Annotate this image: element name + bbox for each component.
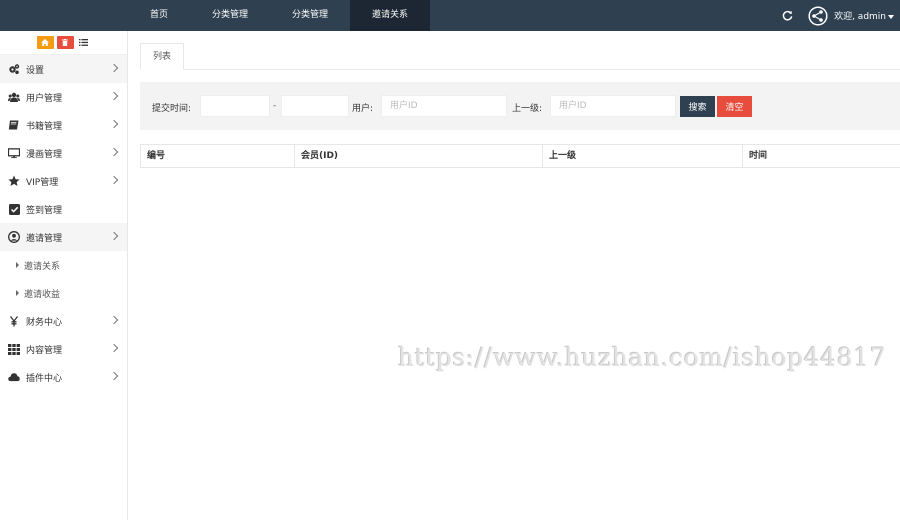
- nav-category-1[interactable]: 分类管理: [190, 0, 270, 31]
- filter-bar: 提交时间: - 用户: 上一级: 搜索 清空: [140, 82, 900, 130]
- parent-id-input[interactable]: [550, 95, 676, 117]
- sidebar-item-settings[interactable]: 设置: [0, 55, 127, 83]
- chevron-right-icon: [109, 231, 119, 241]
- chevron-right-icon: [109, 371, 119, 381]
- tab-list[interactable]: 列表: [140, 43, 185, 70]
- chevron-right-icon: [109, 119, 119, 129]
- caret-right-icon: [16, 290, 19, 296]
- share-icon[interactable]: [808, 5, 828, 26]
- user-id-input[interactable]: [381, 95, 507, 117]
- column-header-member[interactable]: 会员(ID): [294, 145, 542, 167]
- sidebar-item-plugins[interactable]: 插件中心: [0, 363, 127, 391]
- sidebar-tools: [0, 31, 127, 55]
- sidebar-item-label: 插件中心: [26, 373, 63, 384]
- refresh-icon[interactable]: [780, 9, 794, 23]
- sidebar-item-label: 设置: [26, 65, 45, 76]
- search-button[interactable]: 搜索: [680, 96, 715, 117]
- caret-right-icon: [16, 262, 19, 268]
- sidebar-item-label: 用户管理: [26, 93, 63, 104]
- user-label: 用户:: [352, 104, 374, 114]
- column-header-parent[interactable]: 上一级: [542, 145, 742, 167]
- home-icon: [41, 39, 49, 46]
- chevron-right-icon: [109, 343, 119, 353]
- top-navbar: 首页 分类管理 分类管理 邀请关系 欢迎, admin: [0, 0, 900, 31]
- sidebar-item-label: 内容管理: [26, 345, 63, 356]
- nav-invite-relations[interactable]: 邀请关系: [350, 0, 431, 31]
- sidebar-item-finance[interactable]: 财务中心: [0, 307, 127, 335]
- nav-home[interactable]: 首页: [128, 0, 190, 31]
- start-date-input[interactable]: [200, 95, 270, 117]
- date-range-separator: -: [273, 101, 277, 111]
- cloud-icon: [8, 371, 20, 383]
- gears-icon: [8, 63, 20, 75]
- data-table: 编号 会员(ID) 上一级 时间: [140, 144, 900, 168]
- sidebar-subitem-invite-relations[interactable]: 邀请关系: [0, 251, 127, 279]
- sidebar-item-invite[interactable]: 邀请管理: [0, 223, 127, 251]
- sidebar-item-label: 签到管理: [26, 205, 63, 216]
- sidebar-item-label: 书籍管理: [26, 121, 63, 132]
- chevron-right-icon: [109, 175, 119, 185]
- column-header-id[interactable]: 编号: [140, 145, 294, 167]
- trash-button[interactable]: [56, 36, 74, 49]
- sidebar-item-books[interactable]: 书籍管理: [0, 111, 127, 139]
- nav-category-2[interactable]: 分类管理: [270, 0, 350, 31]
- sidebar-item-users[interactable]: 用户管理: [0, 83, 127, 111]
- grid-icon: [8, 343, 20, 355]
- menu-toggle-button[interactable]: [77, 36, 91, 49]
- column-header-time[interactable]: 时间: [742, 145, 900, 167]
- sidebar-subitem-label: 邀请关系: [24, 261, 61, 272]
- monitor-icon: [8, 147, 20, 159]
- user-menu[interactable]: 欢迎, admin: [834, 9, 894, 22]
- table-header: 编号 会员(ID) 上一级 时间: [140, 145, 900, 167]
- sidebar-item-vip[interactable]: VIP管理: [0, 167, 127, 195]
- book-icon: [8, 119, 20, 131]
- home-button[interactable]: [36, 36, 54, 49]
- chevron-right-icon: [109, 63, 119, 73]
- parent-label: 上一级:: [512, 104, 543, 114]
- checkbox-icon: [8, 203, 20, 215]
- trash-icon: [62, 39, 68, 46]
- sidebar-item-content[interactable]: 内容管理: [0, 335, 127, 363]
- submit-time-label: 提交时间:: [152, 104, 192, 114]
- main-content: 列表 提交时间: - 用户: 上一级: 搜索 清空 编号 会员(ID) 上一级 …: [128, 31, 900, 520]
- sidebar: 设置 用户管理 书籍管理 漫画管理 VIP管理 签到管理 邀请管理 邀请关系 邀…: [0, 31, 128, 520]
- list-icon: [79, 39, 88, 46]
- sidebar-item-label: 邀请管理: [26, 233, 63, 244]
- sidebar-item-label: VIP管理: [26, 177, 59, 188]
- chevron-right-icon: [109, 147, 119, 157]
- welcome-text: 欢迎, admin: [834, 12, 886, 22]
- watermark-text: https://www.huzhan.com/ishop44817: [398, 343, 887, 372]
- sidebar-item-comics[interactable]: 漫画管理: [0, 139, 127, 167]
- sidebar-item-label: 财务中心: [26, 317, 63, 328]
- sidebar-subitem-invite-earnings[interactable]: 邀请收益: [0, 279, 127, 307]
- star-icon: [8, 175, 20, 187]
- clear-button[interactable]: 清空: [717, 96, 752, 117]
- user-area: 欢迎, admin: [780, 0, 894, 31]
- yen-icon: [8, 315, 20, 327]
- sidebar-item-checkin[interactable]: 签到管理: [0, 195, 127, 223]
- end-date-input[interactable]: [281, 95, 349, 117]
- chevron-right-icon: [109, 315, 119, 325]
- top-nav: 首页 分类管理 分类管理 邀请关系: [128, 0, 431, 31]
- users-icon: [8, 91, 20, 103]
- sidebar-subitem-label: 邀请收益: [24, 289, 61, 300]
- caret-down-icon: [888, 14, 894, 19]
- tab-bar: 列表: [140, 43, 900, 70]
- chevron-right-icon: [109, 91, 119, 101]
- sidebar-item-label: 漫画管理: [26, 149, 63, 160]
- user-circle-icon: [8, 231, 20, 243]
